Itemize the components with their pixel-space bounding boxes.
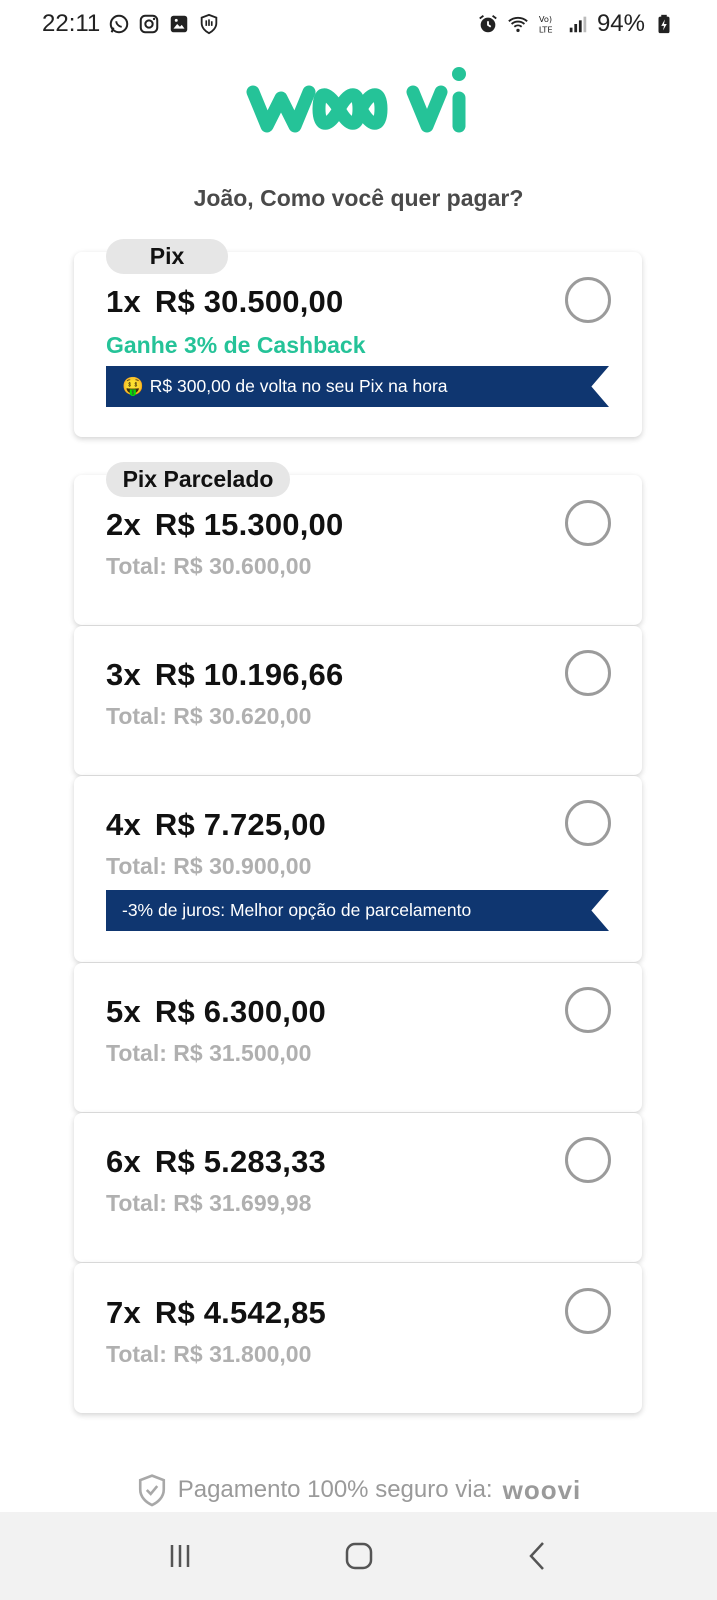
installment-price: 3x R$ 10.196,66 bbox=[106, 657, 616, 693]
home-icon bbox=[345, 1542, 372, 1570]
installment-price: 2x R$ 15.300,00 bbox=[106, 507, 616, 543]
cashback-ribbon-text: R$ 300,00 de volta no seu Pix na hora bbox=[149, 376, 448, 396]
installment-total: Total: R$ 31.500,00 bbox=[106, 1040, 312, 1066]
woovi-logo bbox=[0, 60, 717, 140]
installment-radio-5x[interactable] bbox=[565, 987, 611, 1033]
installment-total: Total: R$ 31.699,98 bbox=[106, 1190, 312, 1216]
system-nav-bar bbox=[0, 1512, 717, 1600]
money-face-icon: 🤑 bbox=[122, 376, 144, 396]
best-option-ribbon: -3% de juros: Melhor opção de parcelamen… bbox=[106, 890, 609, 931]
volte-icon: Vo) LTE bbox=[537, 13, 559, 35]
secure-text: Pagamento 100% seguro via: bbox=[177, 1476, 493, 1503]
svg-text:LTE: LTE bbox=[539, 24, 553, 34]
installment-radio-6x[interactable] bbox=[565, 1137, 611, 1183]
recent-apps-button[interactable] bbox=[160, 1536, 200, 1576]
whatsapp-icon bbox=[108, 13, 130, 35]
cashback-label: Ganhe 3% de Cashback bbox=[106, 332, 366, 358]
installment-multiplier: 6x bbox=[106, 1144, 141, 1179]
clock: 22:11 bbox=[42, 10, 101, 37]
pix-chip: Pix bbox=[106, 239, 228, 274]
payment-page: 22:11 Vo) LTE 94% João, Como você quer p… bbox=[0, 0, 717, 1600]
installment-total: Total: R$ 30.620,00 bbox=[106, 703, 312, 729]
pix-radio[interactable] bbox=[565, 277, 611, 323]
shield-check-icon bbox=[136, 1473, 168, 1507]
installment-price: 7x R$ 4.542,85 bbox=[106, 1295, 616, 1331]
battery-icon bbox=[653, 13, 675, 35]
installment-amount: R$ 7.725,00 bbox=[154, 807, 327, 842]
installment-option-7x: 7x R$ 4.542,85 Total: R$ 31.800,00 bbox=[106, 1295, 616, 1368]
installment-multiplier: 5x bbox=[106, 994, 141, 1029]
signal-icon bbox=[567, 13, 589, 35]
svg-text:Vo): Vo) bbox=[539, 14, 552, 24]
installment-multiplier: 3x bbox=[106, 657, 141, 692]
recents-icon bbox=[170, 1545, 189, 1567]
pix-option: 1x R$ 30.500,00 Ganhe 3% de Cashback bbox=[106, 284, 616, 359]
best-option-ribbon-text: -3% de juros: Melhor opção de parcelamen… bbox=[122, 900, 472, 920]
installment-multiplier: 7x bbox=[106, 1295, 141, 1330]
pix-parcelado-chip: Pix Parcelado bbox=[106, 462, 290, 497]
installment-amount: R$ 15.300,00 bbox=[154, 507, 344, 542]
installment-amount: R$ 5.283,33 bbox=[154, 1144, 327, 1179]
battery-percent: 94% bbox=[596, 10, 645, 37]
installment-amount: R$ 4.542,85 bbox=[154, 1295, 327, 1330]
installment-multiplier: 4x bbox=[106, 807, 141, 842]
installment-amount: R$ 6.300,00 bbox=[154, 994, 327, 1029]
alarm-icon bbox=[477, 13, 499, 35]
installment-option-6x: 6x R$ 5.283,33 Total: R$ 31.699,98 bbox=[106, 1144, 616, 1217]
wifi-icon bbox=[507, 13, 529, 35]
installment-multiplier: 2x bbox=[106, 507, 141, 542]
status-bar: 22:11 Vo) LTE 94% bbox=[0, 0, 717, 48]
installment-option-5x: 5x R$ 6.300,00 Total: R$ 31.500,00 bbox=[106, 994, 616, 1067]
back-chevron-icon bbox=[528, 1542, 544, 1570]
installment-option-2x: 2x R$ 15.300,00 Total: R$ 30.600,00 bbox=[106, 507, 616, 580]
cashback-ribbon: 🤑 R$ 300,00 de volta no seu Pix na hora bbox=[106, 366, 609, 407]
pix-amount: R$ 30.500,00 bbox=[154, 284, 344, 319]
shield-hand-icon bbox=[198, 13, 220, 35]
installment-radio-7x[interactable] bbox=[565, 1288, 611, 1334]
payment-prompt: João, Como você quer pagar? bbox=[193, 185, 524, 211]
footer-brand: woovi bbox=[502, 1474, 582, 1505]
installment-option-4x: 4x R$ 7.725,00 Total: R$ 30.900,00 bbox=[106, 807, 616, 880]
gallery-icon bbox=[168, 13, 190, 35]
back-button[interactable] bbox=[518, 1536, 558, 1576]
instagram-icon bbox=[138, 13, 160, 35]
installment-total: Total: R$ 30.600,00 bbox=[106, 553, 312, 579]
installment-price: 4x R$ 7.725,00 bbox=[106, 807, 616, 843]
home-button[interactable] bbox=[339, 1536, 379, 1576]
installment-radio-2x[interactable] bbox=[565, 500, 611, 546]
installment-total: Total: R$ 30.900,00 bbox=[106, 853, 312, 879]
pix-price: 1x R$ 30.500,00 bbox=[106, 284, 616, 320]
installment-radio-3x[interactable] bbox=[565, 650, 611, 696]
installment-option-3x: 3x R$ 10.196,66 Total: R$ 30.620,00 bbox=[106, 657, 616, 730]
secure-payment-footer: Pagamento 100% seguro via: woovi bbox=[0, 1470, 717, 1510]
installment-amount: R$ 10.196,66 bbox=[154, 657, 344, 692]
installment-price: 6x R$ 5.283,33 bbox=[106, 1144, 616, 1180]
installment-total: Total: R$ 31.800,00 bbox=[106, 1341, 312, 1367]
installment-radio-4x[interactable] bbox=[565, 800, 611, 846]
woovi-logo-mark bbox=[246, 67, 466, 133]
status-left: 22:11 bbox=[42, 10, 220, 38]
status-right: Vo) LTE 94% bbox=[477, 10, 675, 38]
installment-price: 5x R$ 6.300,00 bbox=[106, 994, 616, 1030]
pix-multiplier: 1x bbox=[106, 284, 141, 319]
